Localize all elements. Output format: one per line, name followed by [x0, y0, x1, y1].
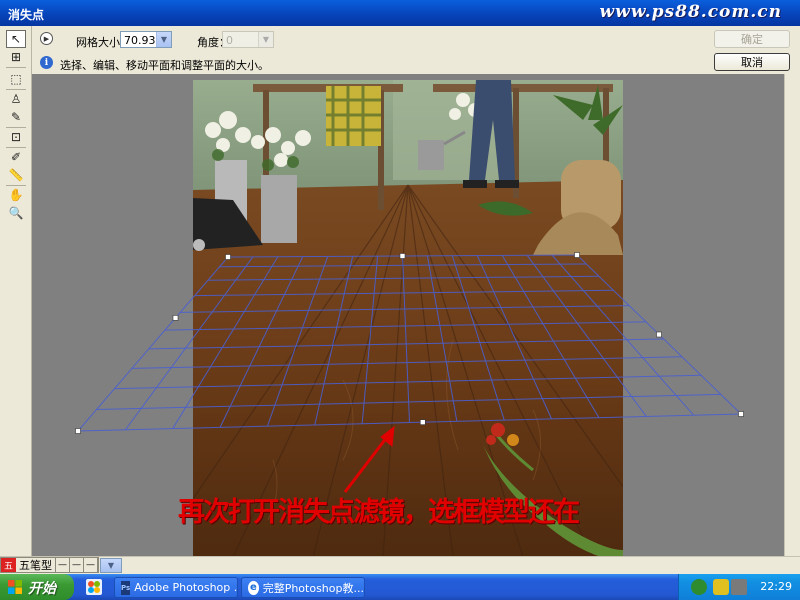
hand-tool-icon[interactable]: ✋ [6, 186, 26, 204]
site-watermark: www.ps88.com.cn [599, 2, 782, 22]
quick-launch-icon[interactable] [86, 579, 102, 595]
brush-tool-icon[interactable]: ✎ [6, 108, 26, 126]
ie-icon: e [248, 580, 259, 595]
start-label: 开始 [28, 581, 56, 597]
info-bar: i 选择、编辑、移动平面和调整平面的大小。 [32, 52, 710, 74]
ime-keyboard-button[interactable]: — [84, 558, 98, 572]
tool-strip: ↖ ⊞ ⬚ ♙ ✎ ⊡ ✐ 📏 ✋ 🔍 [0, 26, 32, 574]
volume-icon[interactable] [731, 579, 747, 595]
eyedropper-tool-icon[interactable]: ✐ [6, 148, 26, 166]
info-text: 选择、编辑、移动平面和调整平面的大小。 [60, 59, 269, 72]
ime-logo[interactable]: 五 [1, 558, 16, 572]
grid-size-value[interactable]: 70.93 [124, 34, 156, 47]
zoom-tool-icon[interactable]: 🔍 [6, 204, 26, 222]
transform-tool-icon[interactable]: ⊡ [6, 128, 26, 146]
ime-toolbar[interactable]: 五 五笔型 — — — [0, 557, 99, 573]
grid-size-combo[interactable]: 70.93 ▼ [120, 31, 172, 48]
marquee-tool-icon[interactable]: ⬚ [6, 70, 26, 88]
task-photoshop[interactable]: Ps Adobe Photoshop ... [114, 577, 238, 598]
ime-mode-button[interactable]: — [56, 558, 70, 572]
start-button[interactable]: 开始 [0, 574, 74, 600]
vertical-scrollbar[interactable] [784, 74, 800, 574]
edit-plane-tool-icon[interactable]: ↖ [6, 30, 26, 48]
ime-name[interactable]: 五笔型 [16, 557, 56, 573]
expand-options-icon[interactable]: ▶ [40, 32, 53, 45]
annotation-text: 再次打开消失点滤镜，选框模型还在 [178, 497, 580, 528]
task-label: Adobe Photoshop ... [134, 581, 238, 594]
clock: 22:29 [760, 580, 792, 593]
dialog-title: 消失点 [8, 8, 45, 22]
options-bar: ▶ 网格大小： 70.93 ▼ 角度： 0 ▼ [32, 26, 800, 52]
photoshop-icon: Ps [121, 580, 131, 595]
task-label: 完整Photoshop教... [262, 581, 364, 595]
tool-divider [6, 67, 26, 68]
ok-button[interactable]: 确定 [714, 30, 790, 48]
floor-photo [193, 80, 623, 557]
network-icon[interactable] [691, 579, 707, 595]
dialog-title-bar[interactable]: 消失点 www.ps88.com.cn [0, 0, 800, 26]
windows-flag-icon [8, 580, 22, 594]
angle-value[interactable]: 0 [226, 34, 233, 47]
taskbar: 开始 Ps Adobe Photoshop ... e 完整Photoshop教… [0, 574, 800, 600]
chevron-down-icon[interactable]: ▼ [258, 32, 273, 47]
task-browser[interactable]: e 完整Photoshop教... [241, 577, 365, 598]
zoom-dropdown[interactable]: ▼ [100, 558, 122, 573]
chevron-down-icon[interactable]: ▼ [156, 32, 171, 47]
measure-tool-icon[interactable]: 📏 [6, 166, 26, 184]
system-tray: 22:29 [678, 574, 800, 600]
security-icon[interactable] [713, 579, 729, 595]
cancel-button[interactable]: 取消 [714, 53, 790, 71]
info-icon: i [40, 56, 53, 69]
create-plane-tool-icon[interactable]: ⊞ [6, 48, 26, 66]
angle-combo[interactable]: 0 ▼ [222, 31, 274, 48]
stamp-tool-icon[interactable]: ♙ [6, 90, 26, 108]
ime-punct-button[interactable]: — [70, 558, 84, 572]
zoom-bar: ▼ [0, 556, 800, 574]
